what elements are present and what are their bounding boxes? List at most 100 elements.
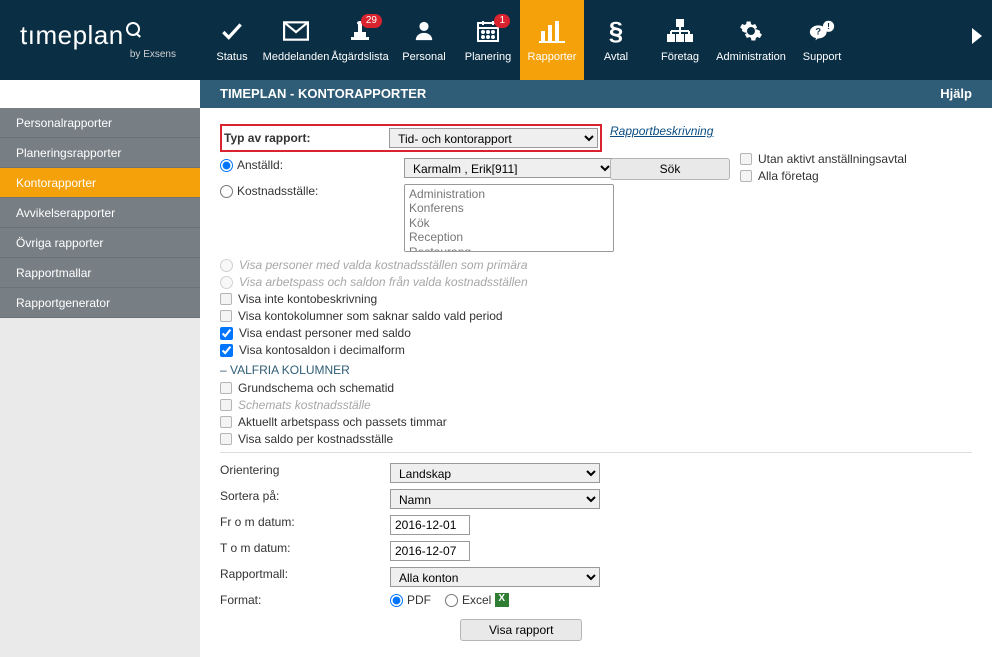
- checkbox-saldoper[interactable]: [220, 433, 232, 445]
- checkbox-schemakost: [220, 399, 232, 411]
- content: Rapportbeskrivning Sök Utan aktivt anstä…: [200, 108, 992, 657]
- sidebar-item-mallar[interactable]: Rapportmallar: [0, 258, 200, 288]
- checkbox-label: Visa saldo per kostnadsställe: [238, 432, 393, 446]
- help-link[interactable]: Hjälp: [940, 80, 972, 108]
- mail-icon: [282, 17, 310, 45]
- checkbox-aktuellt[interactable]: [220, 416, 232, 428]
- nav-badge: 29: [361, 14, 382, 28]
- report-type-label: Typ av rapport:: [224, 131, 389, 145]
- checkbox-utan-avtal[interactable]: [740, 153, 752, 165]
- nav-label: Planering: [465, 51, 511, 63]
- sidebar-item-konto[interactable]: Kontorapporter: [0, 168, 200, 198]
- costcenter-radio[interactable]: [220, 185, 233, 198]
- radio-primary: [220, 259, 233, 272]
- from-date-input[interactable]: [390, 515, 470, 535]
- report-type-select[interactable]: Tid- och kontorapport: [389, 128, 598, 148]
- nav-atgardslista[interactable]: 29 Åtgärdslista: [328, 0, 392, 80]
- format-excel-radio[interactable]: [445, 594, 458, 607]
- divider: [220, 452, 972, 453]
- nav-personal[interactable]: Personal: [392, 0, 456, 80]
- svg-text:!: !: [827, 21, 830, 31]
- checkbox-label: Schemats kostnadsställe: [238, 398, 371, 412]
- nav-status[interactable]: Status: [200, 0, 264, 80]
- excel-icon: [495, 593, 509, 607]
- checkbox-label: Utan aktivt anställningsavtal: [758, 152, 907, 166]
- nav-meddelanden[interactable]: Meddelanden: [264, 0, 328, 80]
- app-header: tımeplan by Exsens Status Meddelanden 29…: [0, 0, 992, 80]
- nav-label: Meddelanden: [263, 51, 330, 63]
- nav-badge: 1: [494, 14, 510, 28]
- nav-avtal[interactable]: § Avtal: [584, 0, 648, 80]
- page-title: TIMEPLAN - KONTORAPPORTER: [220, 80, 426, 108]
- logo-ring-icon: [126, 22, 140, 36]
- checkbox-onlysaldo[interactable]: [220, 327, 233, 340]
- sidebar-item-generator[interactable]: Rapportgenerator: [0, 288, 200, 318]
- nav-label: Personal: [402, 51, 445, 63]
- nav-foretag[interactable]: Företag: [648, 0, 712, 80]
- checkbox-grundschema[interactable]: [220, 382, 232, 394]
- bar-chart-icon: [538, 17, 566, 45]
- sidebar-item-personal[interactable]: Personalrapporter: [0, 108, 200, 138]
- nav-more-icon[interactable]: [972, 28, 982, 44]
- format-pdf-label: PDF: [407, 593, 431, 607]
- page-subheader: TIMEPLAN - KONTORAPPORTER Hjälp: [200, 80, 992, 108]
- nav-label: Åtgärdslista: [331, 51, 388, 63]
- svg-text:?: ?: [815, 27, 821, 37]
- from-date-label: Fr o m datum:: [220, 515, 390, 529]
- format-label: Format:: [220, 593, 390, 607]
- checkbox-label: Grundschema och schematid: [238, 381, 394, 395]
- nav-label: Support: [803, 51, 842, 63]
- to-date-label: T o m datum:: [220, 541, 390, 555]
- check-icon: [218, 17, 246, 45]
- nav-label: Företag: [661, 51, 699, 63]
- checkbox-label: Aktuellt arbetspass och passets timmar: [238, 415, 447, 429]
- search-button[interactable]: Sök: [610, 158, 730, 180]
- nav-support[interactable]: !? Support: [790, 0, 854, 80]
- support-icon: !?: [808, 17, 836, 45]
- checkbox-decimal[interactable]: [220, 344, 233, 357]
- format-excel-label: Excel: [462, 593, 491, 607]
- paragraph-icon: §: [602, 17, 630, 45]
- checkbox-label: Visa inte kontobeskrivning: [238, 292, 377, 306]
- checkbox-kontokol[interactable]: [220, 310, 232, 322]
- sidebar: Personalrapporter Planeringsrapporter Ko…: [0, 108, 200, 657]
- checkbox-label: Visa endast personer med saldo: [239, 326, 411, 340]
- sidebar-item-avvikelse[interactable]: Avvikelserapporter: [0, 198, 200, 228]
- top-nav: Status Meddelanden 29 Åtgärdslista Perso…: [200, 0, 854, 80]
- nav-label: Avtal: [604, 51, 628, 63]
- logo: tımeplan by Exsens: [0, 20, 200, 60]
- checkbox-alla-foretag[interactable]: [740, 170, 752, 182]
- main: Personalrapporter Planeringsrapporter Ko…: [0, 108, 992, 657]
- person-icon: [410, 17, 438, 45]
- show-report-button[interactable]: Visa rapport: [460, 619, 582, 641]
- checkbox-nodesc[interactable]: [220, 293, 232, 305]
- nav-administration[interactable]: Administration: [712, 0, 790, 80]
- to-date-input[interactable]: [390, 541, 470, 561]
- orientation-select[interactable]: Landskap: [390, 463, 600, 483]
- nav-label: Status: [216, 51, 247, 63]
- nav-rapporter[interactable]: Rapporter: [520, 0, 584, 80]
- costcenter-listbox[interactable]: Administration Konferens Kök Reception R…: [404, 184, 614, 252]
- report-description-link[interactable]: Rapportbeskrivning: [610, 124, 907, 138]
- report-type-highlight: Typ av rapport: Tid- och kontorapport: [220, 124, 602, 152]
- radio-label: Visa personer med valda kostnadsställen …: [239, 258, 528, 272]
- logo-text: tımeplan: [20, 20, 124, 51]
- checkbox-label: Visa kontokolumner som saknar saldo vald…: [238, 309, 503, 323]
- radio-passes: [220, 276, 233, 289]
- org-icon: [666, 17, 694, 45]
- format-pdf-radio[interactable]: [390, 594, 403, 607]
- template-label: Rapportmall:: [220, 567, 390, 581]
- employee-select[interactable]: Karmalm , Erik[911]: [404, 158, 614, 178]
- checkbox-label: Visa kontosaldon i decimalform: [239, 343, 405, 357]
- radio-label: Visa arbetspass och saldon från valda ko…: [239, 275, 528, 289]
- sort-select[interactable]: Namn: [390, 489, 600, 509]
- sidebar-item-ovriga[interactable]: Övriga rapporter: [0, 228, 200, 258]
- employee-label: Anställd:: [237, 158, 283, 172]
- nav-planering[interactable]: 1 Planering: [456, 0, 520, 80]
- employee-radio[interactable]: [220, 159, 233, 172]
- nav-label: Rapporter: [528, 51, 577, 63]
- template-select[interactable]: Alla konton: [390, 567, 600, 587]
- gear-icon: [737, 17, 765, 45]
- sidebar-item-planering[interactable]: Planeringsrapporter: [0, 138, 200, 168]
- right-column: Rapportbeskrivning Sök Utan aktivt anstä…: [610, 124, 907, 186]
